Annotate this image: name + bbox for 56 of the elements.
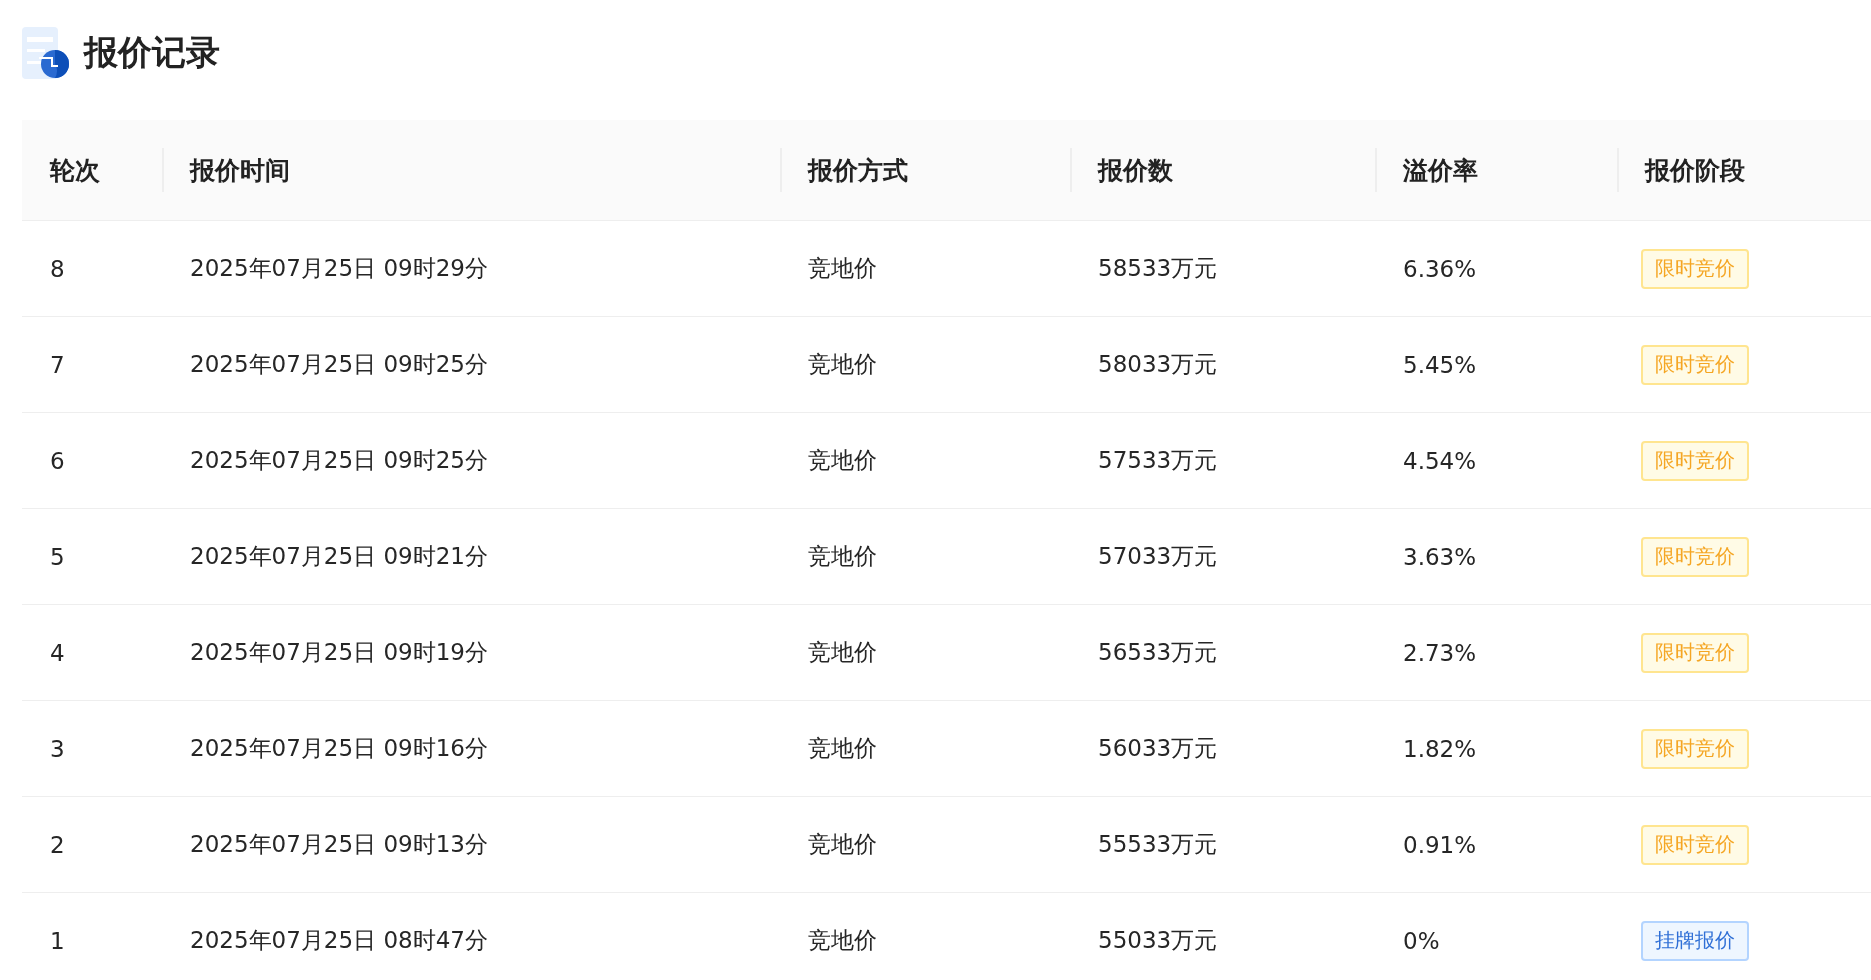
table-cell: 2 — [22, 797, 162, 893]
stage-tag: 限时竞价 — [1641, 248, 1749, 289]
table-cell: 0.91% — [1375, 797, 1617, 893]
table-cell: 56533万元 — [1070, 605, 1375, 701]
table-cell: 55533万元 — [1070, 797, 1375, 893]
table-cell: 2025年07月25日 09时25分 — [162, 317, 780, 413]
table-cell: 5.45% — [1375, 317, 1617, 413]
stage-tag: 限时竞价 — [1641, 728, 1749, 769]
column-header: 报价时间 — [162, 120, 780, 221]
table-cell: 55033万元 — [1070, 893, 1375, 980]
table-cell: 4 — [22, 605, 162, 701]
table-cell: 1.82% — [1375, 701, 1617, 797]
table-cell: 8 — [22, 221, 162, 317]
table-cell: 竞地价 — [780, 413, 1070, 509]
table-cell: 5 — [22, 509, 162, 605]
stage-tag: 限时竞价 — [1641, 536, 1749, 577]
table-cell: 57533万元 — [1070, 413, 1375, 509]
table-cell: 7 — [22, 317, 162, 413]
stage-tag: 限时竞价 — [1641, 824, 1749, 865]
table-cell: 2025年07月25日 09时25分 — [162, 413, 780, 509]
table-cell: 竞地价 — [780, 893, 1070, 980]
table-cell: 2025年07月25日 09时19分 — [162, 605, 780, 701]
table-cell: 1 — [22, 893, 162, 980]
table-cell: 3 — [22, 701, 162, 797]
table-cell: 2025年07月25日 09时21分 — [162, 509, 780, 605]
table-cell: 58533万元 — [1070, 221, 1375, 317]
column-header: 报价数 — [1070, 120, 1375, 221]
table-cell: 竞地价 — [780, 605, 1070, 701]
table-cell: 2025年07月25日 09时29分 — [162, 221, 780, 317]
table-cell: 0% — [1375, 893, 1617, 980]
table-cell: 2025年07月25日 09时16分 — [162, 701, 780, 797]
table-cell: 57033万元 — [1070, 509, 1375, 605]
table-cell: 竞地价 — [780, 797, 1070, 893]
stage-tag: 限时竞价 — [1641, 344, 1749, 385]
column-header: 报价方式 — [780, 120, 1070, 221]
table-cell: 竞地价 — [780, 317, 1070, 413]
table-cell: 56033万元 — [1070, 701, 1375, 797]
table-cell: 竞地价 — [780, 701, 1070, 797]
document-clock-icon — [22, 27, 70, 79]
table-cell: 竞地价 — [780, 221, 1070, 317]
stage-tag: 限时竞价 — [1641, 632, 1749, 673]
table-cell: 4.54% — [1375, 413, 1617, 509]
column-header: 报价阶段 — [1617, 120, 1871, 221]
table-cell: 2025年07月25日 09时13分 — [162, 797, 780, 893]
table-cell: 58033万元 — [1070, 317, 1375, 413]
stage-tag: 限时竞价 — [1641, 440, 1749, 481]
table-cell: 竞地价 — [780, 509, 1070, 605]
table-cell: 6 — [22, 413, 162, 509]
stage-tag: 挂牌报价 — [1641, 920, 1749, 961]
table-cell: 6.36% — [1375, 221, 1617, 317]
table-cell: 2.73% — [1375, 605, 1617, 701]
column-header: 溢价率 — [1375, 120, 1617, 221]
page-title: 报价记录 — [84, 31, 220, 74]
table-cell: 3.63% — [1375, 509, 1617, 605]
table-cell: 2025年07月25日 08时47分 — [162, 893, 780, 980]
column-header: 轮次 — [22, 120, 162, 221]
